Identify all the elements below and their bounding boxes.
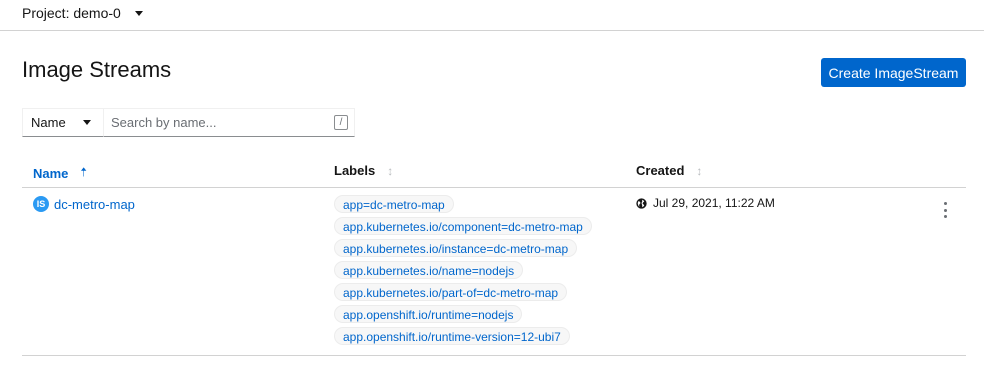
filter-toolbar: Name / [22, 108, 355, 137]
keyboard-shortcut-hint: / [334, 115, 348, 130]
label-chip[interactable]: app.openshift.io/runtime-version=12-ubi7 [334, 327, 570, 345]
table-header: Name 🠡 Labels ↕ Created ↕ [22, 155, 966, 188]
project-bar: Project: demo-0 [0, 0, 984, 31]
resource-link[interactable]: dc-metro-map [54, 197, 135, 212]
column-header-labels[interactable]: Labels ↕ [334, 163, 393, 178]
label-chip[interactable]: app.kubernetes.io/component=dc-metro-map [334, 217, 592, 235]
project-switcher[interactable]: Project: demo-0 [22, 5, 143, 21]
column-header-created[interactable]: Created ↕ [636, 163, 702, 178]
page-title: Image Streams [22, 57, 172, 82]
column-header-name[interactable]: Name 🠡 [33, 163, 87, 184]
project-label: Project: demo-0 [22, 5, 121, 21]
label-chip[interactable]: app.kubernetes.io/part-of=dc-metro-map [334, 283, 568, 301]
create-imagestream-button[interactable]: Create ImageStream [821, 58, 966, 87]
label-chip[interactable]: app.kubernetes.io/name=nodejs [334, 261, 524, 279]
created-timestamp: Jul 29, 2021, 11:22 AM [653, 196, 775, 210]
imagestreams-table: Name 🠡 Labels ↕ Created ↕ IS dc-metro-ma… [22, 155, 966, 356]
table-row: IS dc-metro-map app=dc-metro-map app.kub… [22, 188, 966, 356]
column-header-label: Labels [334, 163, 376, 178]
caret-down-icon [83, 120, 91, 125]
imagestream-badge: IS [33, 196, 49, 212]
sort-icon: ↕ [696, 163, 703, 178]
search-input[interactable] [104, 109, 324, 136]
label-chip[interactable]: app.openshift.io/runtime=nodejs [334, 305, 523, 323]
kebab-icon[interactable] [938, 202, 952, 218]
caret-down-icon [134, 10, 143, 16]
arrow-up-icon: 🠡 [80, 165, 87, 179]
column-header-label: Name [33, 166, 69, 181]
search-box: / [104, 108, 355, 137]
sort-icon: ↕ [387, 163, 394, 178]
created-cell: Jul 29, 2021, 11:22 AM [636, 196, 775, 210]
globe-icon [636, 197, 647, 209]
label-chip[interactable]: app=dc-metro-map [334, 195, 454, 213]
filter-type-label: Name [31, 115, 66, 130]
filter-type-dropdown[interactable]: Name [22, 108, 104, 137]
label-chip[interactable]: app.kubernetes.io/instance=dc-metro-map [334, 239, 578, 257]
resource-cell: IS dc-metro-map [33, 196, 135, 212]
column-header-label: Created [636, 163, 685, 178]
labels-cell: app=dc-metro-map app.kubernetes.io/compo… [334, 195, 624, 349]
